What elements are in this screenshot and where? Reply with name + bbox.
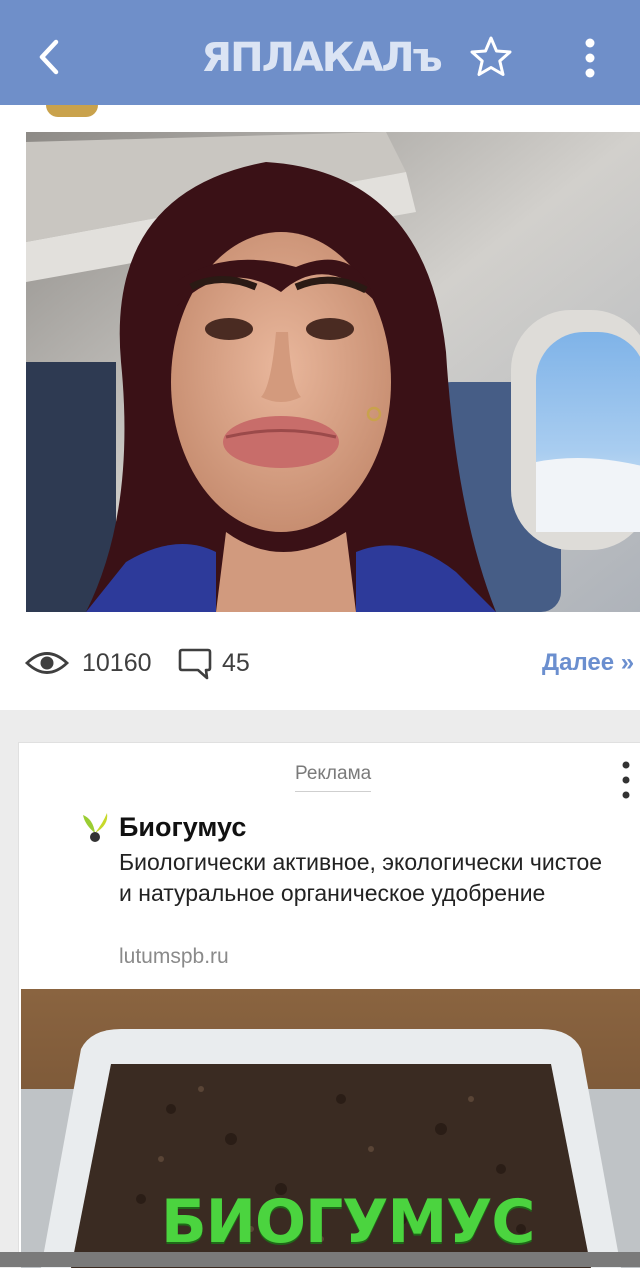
advertiser-logo-icon	[79, 811, 111, 845]
back-button[interactable]	[30, 34, 70, 80]
post-photo[interactable]	[26, 132, 640, 612]
favorite-button[interactable]	[468, 34, 514, 80]
comment-icon[interactable]	[176, 644, 214, 682]
post-stats: 10160 45 Далее »	[0, 640, 640, 688]
ad-label: Реклама	[295, 761, 372, 792]
ad-image[interactable]: БИОГУМУС	[21, 989, 640, 1268]
overflow-menu-button[interactable]	[572, 34, 608, 82]
ad-description: Биологически активное, экологически чист…	[119, 849, 603, 906]
comments-count[interactable]: 45	[222, 646, 250, 680]
more-vertical-icon	[585, 38, 595, 78]
ad-menu-button[interactable]	[615, 759, 637, 801]
ad-domain[interactable]: lutumspb.ru	[119, 943, 229, 971]
star-icon	[470, 36, 512, 76]
photo-image	[26, 132, 640, 612]
app-logo[interactable]: ЯПЛАКАЛъ	[196, 30, 446, 86]
top-app-bar: ЯПЛАКАЛъ	[0, 0, 640, 105]
ad-card[interactable]: Реклама Биогумус Биологически активное, …	[18, 742, 640, 1268]
ad-title[interactable]: Биогумус	[119, 809, 246, 845]
more-vertical-icon	[622, 761, 630, 799]
avatar[interactable]	[46, 105, 98, 117]
read-more-link[interactable]: Далее »	[542, 646, 634, 680]
bottom-edge	[0, 1252, 640, 1267]
ad-image-caption: БИОГУМУС	[161, 1187, 535, 1257]
chevron-left-icon	[39, 39, 59, 75]
views-count: 10160	[82, 649, 152, 677]
eye-icon	[24, 646, 70, 680]
